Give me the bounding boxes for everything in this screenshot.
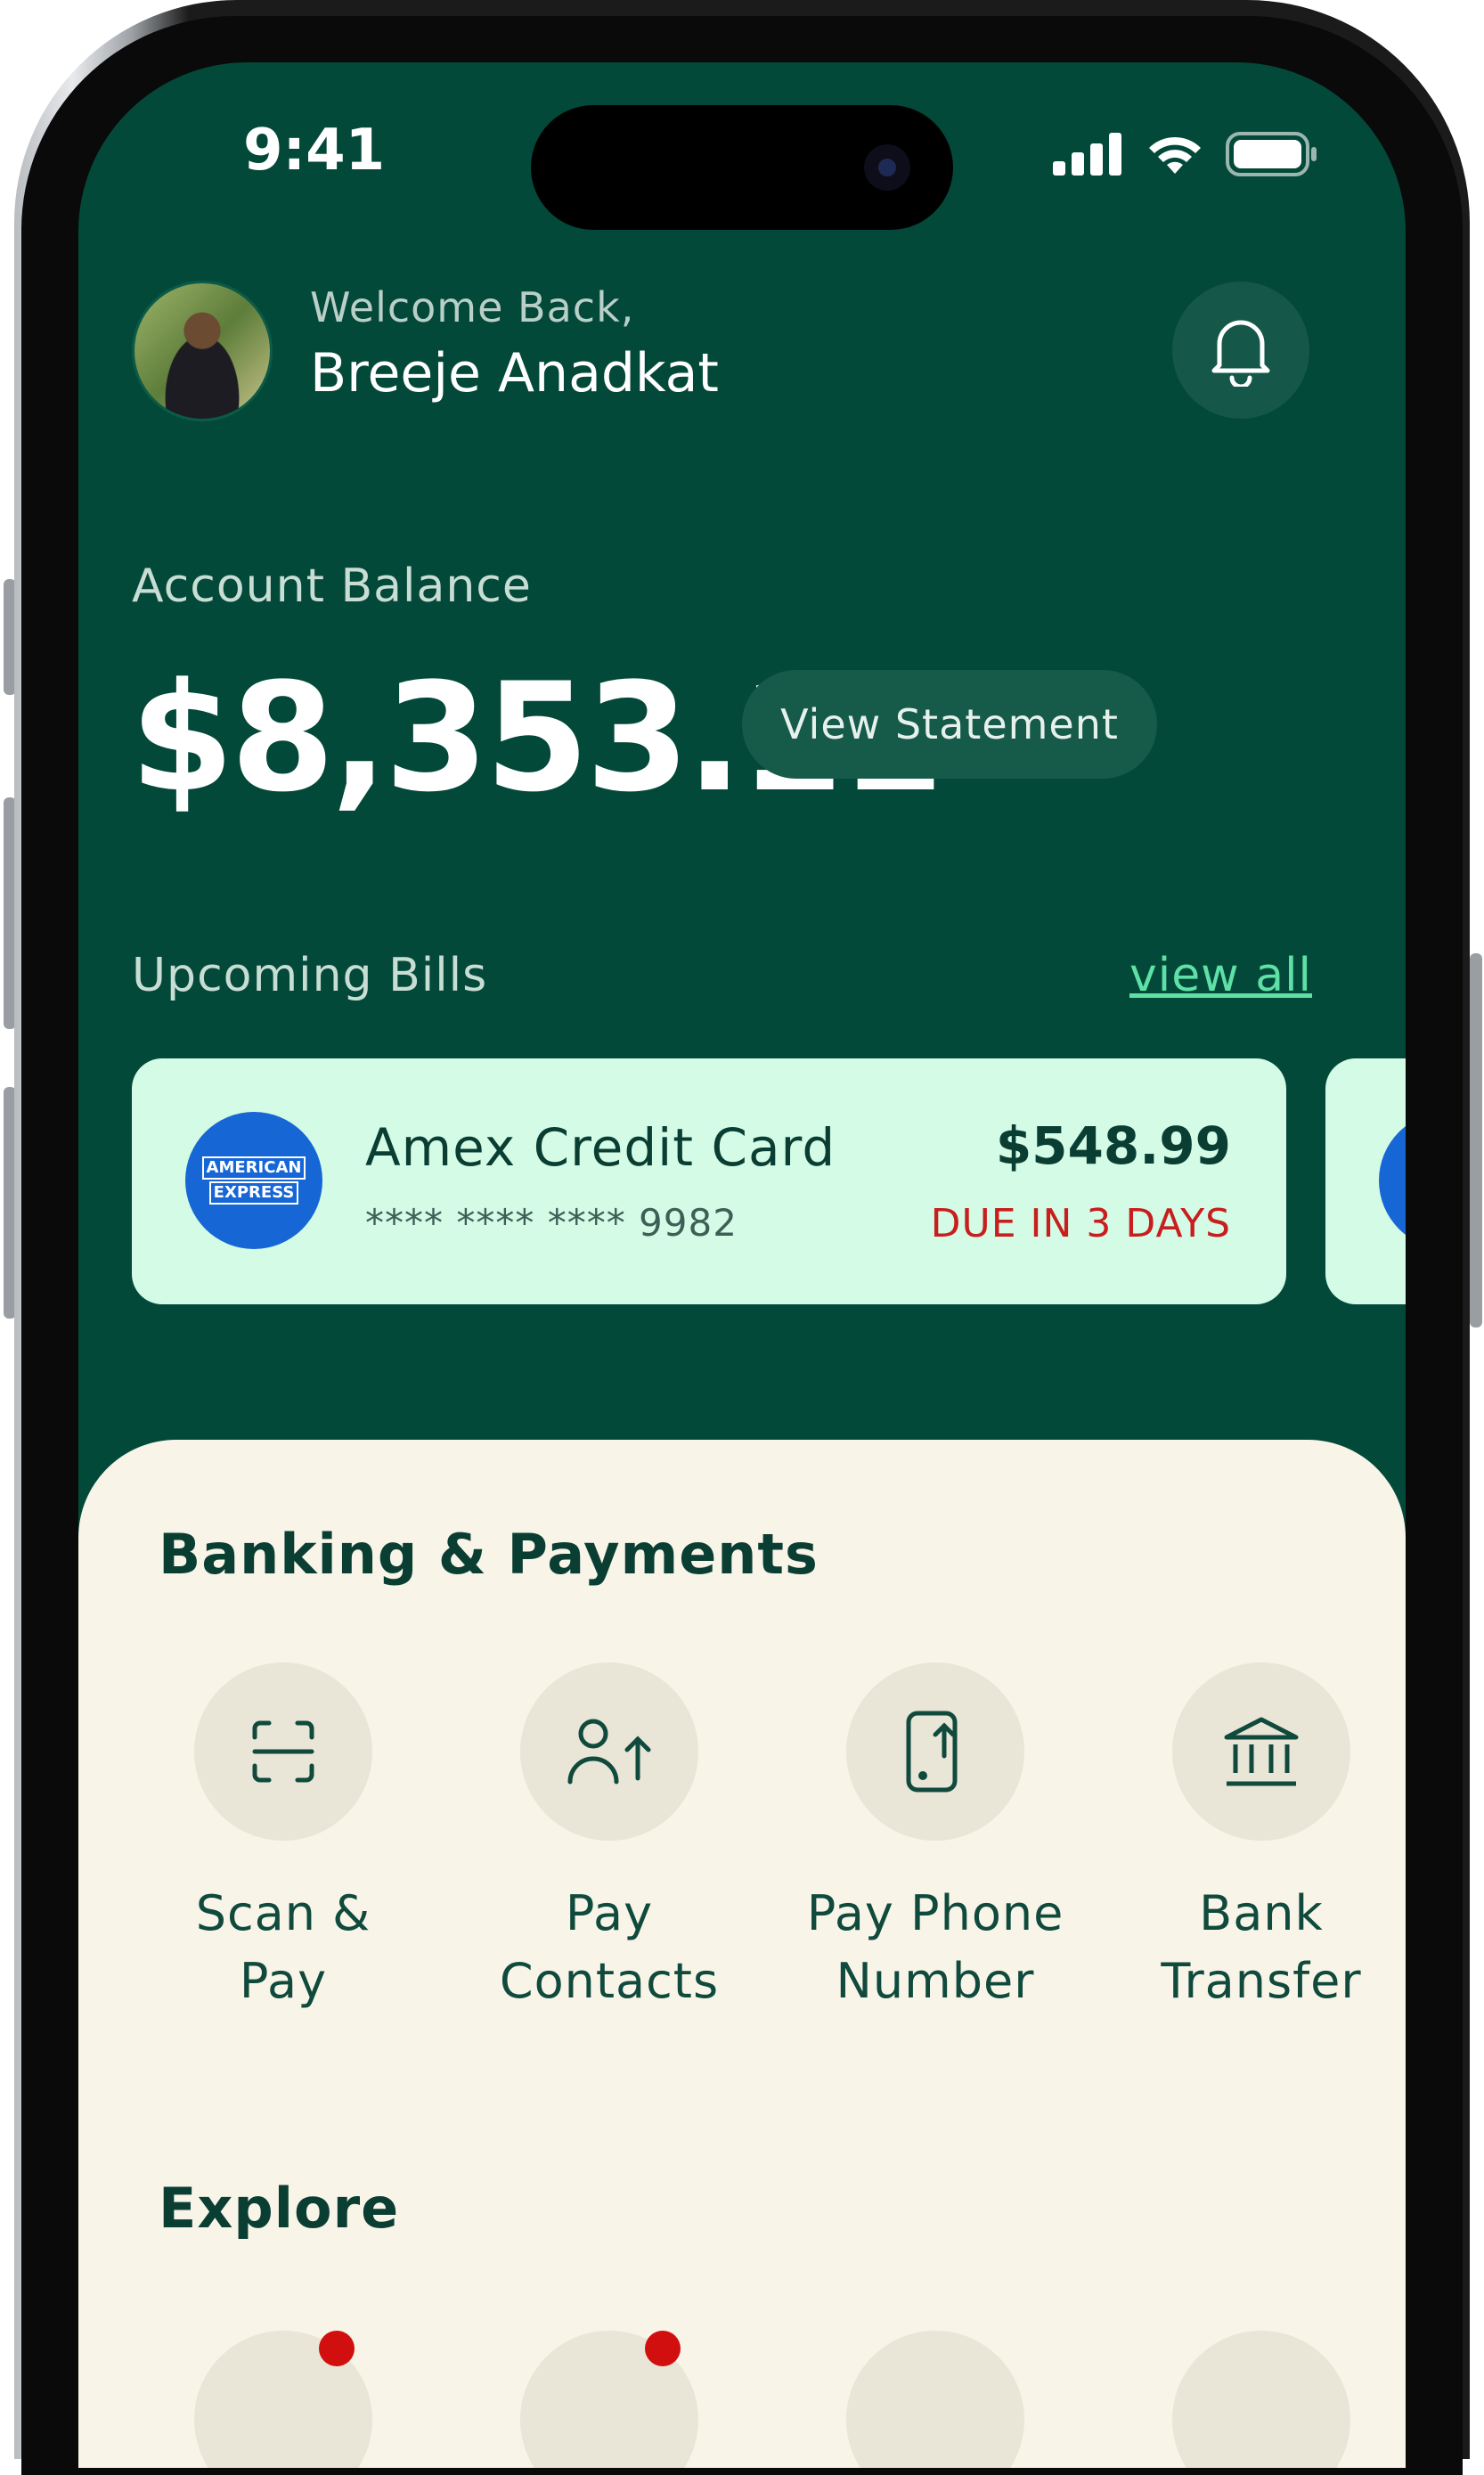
bell-icon — [1211, 320, 1270, 387]
amex-logo-partial — [1379, 1112, 1406, 1249]
bill-card-next[interactable] — [1325, 1058, 1406, 1304]
pay-contacts-label-2: Contacts — [499, 1952, 720, 2009]
balance-label: Account Balance — [132, 560, 532, 613]
bottom-sheet: Banking & Payments Scan & Pay Pay Contac… — [78, 1440, 1406, 2468]
amex-logo-line1: AMERICAN — [201, 1156, 306, 1180]
explore-section-title: Explore — [159, 2176, 400, 2241]
upcoming-bills-title: Upcoming Bills — [132, 949, 488, 1002]
scan-pay-label-2: Pay — [239, 1952, 328, 2009]
pay-contacts-label-1: Pay — [565, 1885, 654, 1941]
explore-item-1[interactable] — [194, 2331, 372, 2468]
amex-logo: AMERICAN EXPRESS — [185, 1112, 322, 1249]
dynamic-island — [531, 105, 953, 230]
pay-phone-button[interactable]: Pay Phone Number — [802, 1662, 1069, 2014]
camera-icon — [864, 144, 910, 191]
explore-item-2[interactable] — [520, 2331, 698, 2468]
view-statement-button[interactable]: View Statement — [742, 670, 1157, 779]
notification-dot — [319, 2331, 355, 2366]
status-icons — [1053, 132, 1318, 176]
scan-pay-label-1: Scan & — [195, 1885, 371, 1941]
scan-icon-circle — [194, 1662, 372, 1841]
bank-transfer-label-1: Bank — [1199, 1885, 1324, 1941]
bill-amount: $548.99 — [995, 1115, 1231, 1176]
bill-card-number: **** **** **** 9982 — [365, 1201, 738, 1245]
pay-contacts-button[interactable]: Pay Contacts — [476, 1662, 743, 2014]
contact-send-icon — [567, 1719, 651, 1785]
pay-phone-label-2: Number — [836, 1952, 1035, 2009]
bank-transfer-button[interactable]: Bank Transfer — [1128, 1662, 1395, 2014]
user-name: Breeje Anadkat — [310, 342, 719, 404]
notification-dot — [645, 2331, 681, 2366]
power-button — [1470, 953, 1482, 1327]
notifications-button[interactable] — [1172, 282, 1309, 419]
bank-icon — [1224, 1717, 1299, 1786]
status-time: 9:41 — [243, 118, 386, 184]
bill-card[interactable]: AMERICAN EXPRESS Amex Credit Card **** *… — [132, 1058, 1286, 1304]
bill-name: Amex Credit Card — [365, 1117, 836, 1178]
amex-logo-line2: EXPRESS — [208, 1181, 299, 1205]
scan-icon — [252, 1720, 314, 1783]
bank-transfer-label-2: Transfer — [1161, 1952, 1362, 2009]
avatar[interactable] — [132, 281, 273, 421]
app-screen: 9:41 Welcome Back, Breeje Anadkat Accoun… — [78, 62, 1406, 2468]
explore-item-3[interactable] — [846, 2331, 1024, 2468]
contact-icon-circle — [520, 1662, 698, 1841]
battery-icon — [1226, 132, 1317, 176]
phone-icon-circle — [846, 1662, 1024, 1841]
scan-pay-button[interactable]: Scan & Pay — [150, 1662, 417, 2014]
wifi-icon — [1149, 136, 1201, 174]
phone-send-icon — [906, 1711, 958, 1793]
bank-icon-circle — [1172, 1662, 1350, 1841]
pay-phone-label-1: Pay Phone — [806, 1885, 1064, 1941]
explore-item-4[interactable] — [1172, 2331, 1350, 2468]
view-all-link[interactable]: view all — [1129, 949, 1312, 1002]
banking-section-title: Banking & Payments — [159, 1522, 819, 1587]
bill-due-status: DUE IN 3 DAYS — [930, 1201, 1231, 1246]
welcome-text: Welcome Back, — [310, 283, 635, 331]
signal-icon — [1053, 133, 1121, 176]
